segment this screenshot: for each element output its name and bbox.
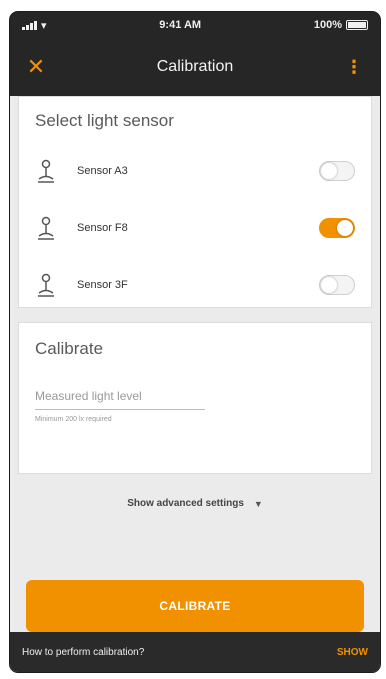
light-sensor-icon [35, 158, 57, 184]
sensor-label: Sensor F8 [77, 222, 128, 234]
sensor-row-3f[interactable]: Sensor 3F [35, 257, 355, 314]
light-level-input[interactable] [35, 385, 205, 410]
signal-icon [22, 20, 37, 30]
calibrate-button[interactable]: CALIBRATE [26, 580, 364, 632]
light-sensor-icon [35, 215, 57, 241]
sensor-heading: Select light sensor [35, 111, 174, 130]
signal-wifi-group: ▾ [22, 19, 47, 32]
bottom-snackbar: How to perform calibration? SHOW [10, 632, 380, 672]
sensor-label: Sensor A3 [77, 165, 128, 177]
phone-screen: ▾ 9:41 AM 100% ✕ Calibration ⋮ Select li… [10, 12, 380, 672]
close-icon[interactable]: ✕ [24, 54, 48, 80]
status-bar: ▾ 9:41 AM 100% [10, 12, 380, 38]
page-title: Calibration [156, 58, 234, 75]
field-hint: Minimum 200 lx required [35, 416, 112, 423]
calibrate-button-label: CALIBRATE [159, 599, 231, 613]
calibrate-card: Calibrate Minimum 200 lx required [18, 322, 372, 474]
status-time: 9:41 AM [159, 19, 202, 31]
light-level-field-wrap: Minimum 200 lx required [35, 385, 205, 423]
sensor-toggle[interactable] [319, 161, 355, 181]
wifi-icon: ▾ [41, 19, 47, 32]
help-question: How to perform calibration? [22, 646, 145, 658]
app-bar: ✕ Calibration ⋮ [10, 38, 380, 96]
calibrate-heading: Calibrate [35, 339, 104, 358]
caret-down-icon: ▼ [253, 498, 263, 509]
advanced-settings-toggle[interactable]: Show advanced settings ▼ [10, 498, 380, 509]
sensor-toggle[interactable] [319, 275, 355, 295]
battery-icon [345, 20, 368, 30]
sensor-label: Sensor 3F [77, 279, 128, 291]
main-content: Select light sensor Sensor A3 Sensor F8 [10, 96, 380, 672]
more-vertical-icon[interactable]: ⋮ [342, 57, 366, 78]
sensor-toggle[interactable] [319, 218, 355, 238]
toggle-knob [321, 277, 337, 293]
battery-group: 100% [314, 19, 368, 31]
toggle-knob [321, 163, 337, 179]
sensor-card: Select light sensor Sensor A3 Sensor F8 [18, 96, 372, 308]
light-sensor-icon [35, 272, 57, 298]
show-button[interactable]: SHOW [337, 647, 368, 658]
advanced-settings-label: Show advanced settings [127, 498, 244, 509]
battery-percent: 100% [313, 19, 342, 31]
toggle-knob [337, 220, 353, 236]
sensor-row-f8[interactable]: Sensor F8 [35, 200, 355, 257]
sensor-row-a3[interactable]: Sensor A3 [35, 143, 355, 200]
